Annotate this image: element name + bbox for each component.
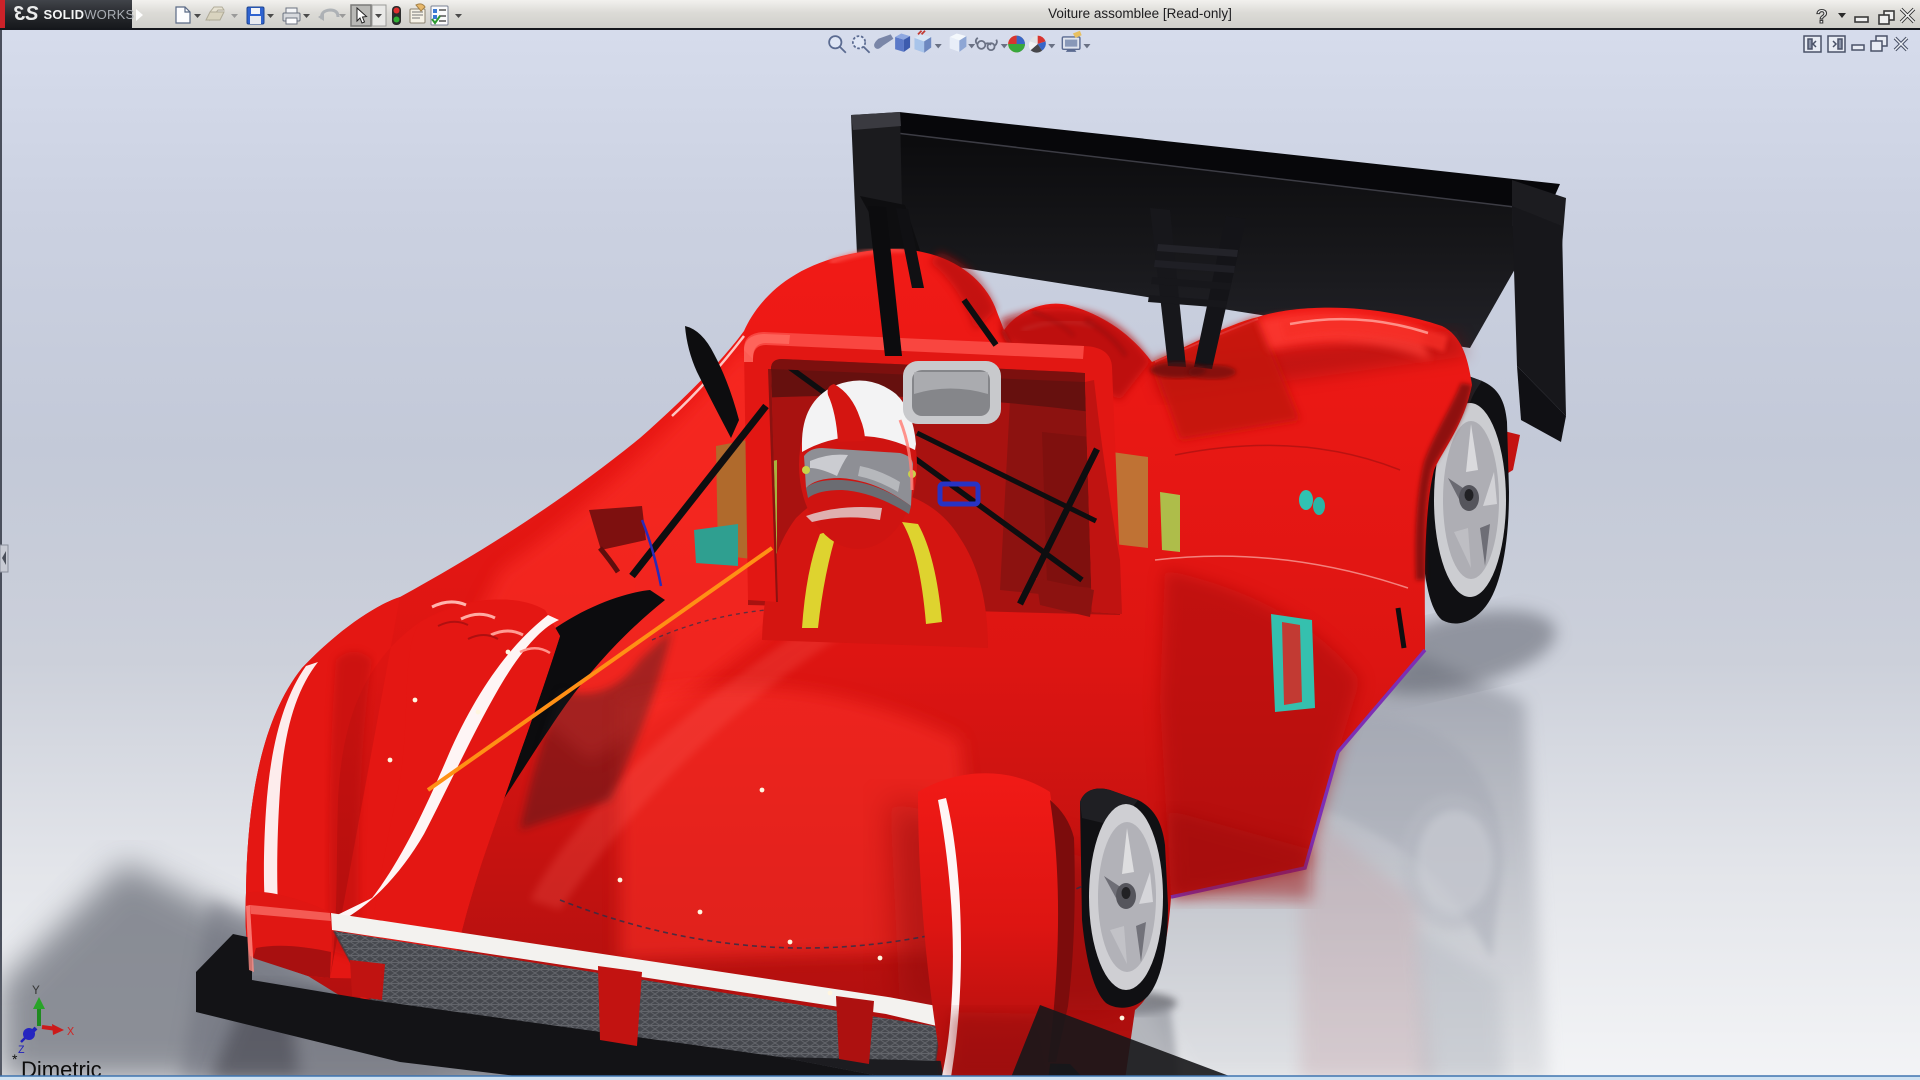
svg-text:X: X <box>67 1025 74 1039</box>
svg-text:Z: Z <box>18 1045 25 1057</box>
svg-text:?: ? <box>1816 7 1828 28</box>
svg-text:Y: Y <box>32 983 40 998</box>
svg-text:*: * <box>12 1051 18 1067</box>
